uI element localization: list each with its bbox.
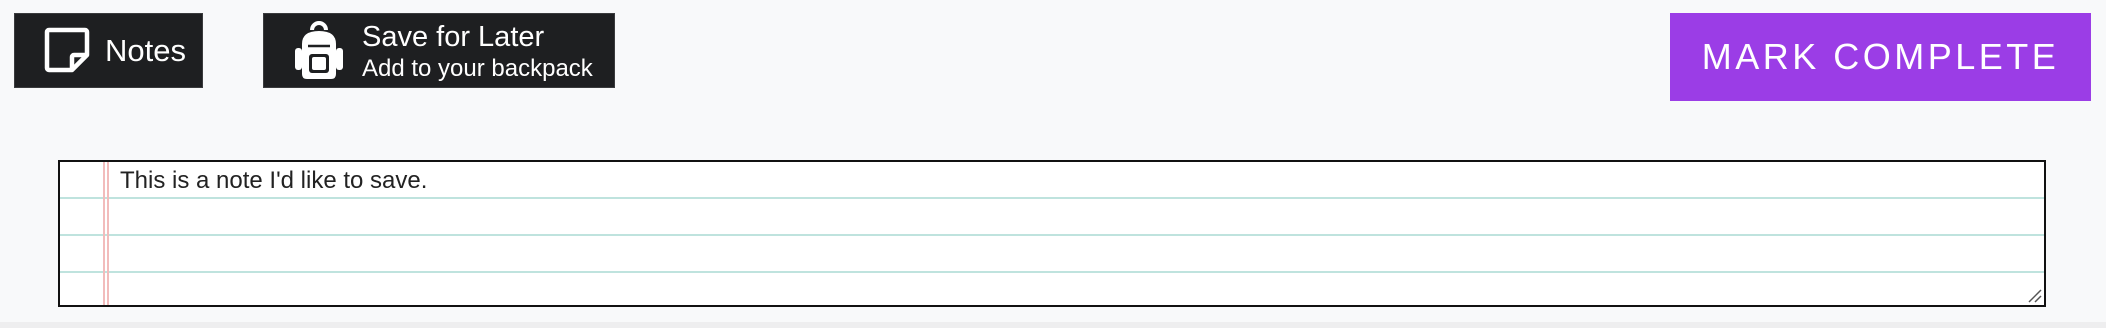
notes-button[interactable]: Notes — [14, 13, 203, 88]
page-bottom-strip — [0, 322, 2106, 328]
save-for-later-subtitle: Add to your backpack — [362, 55, 593, 82]
save-for-later-title: Save for Later — [362, 21, 545, 53]
notes-button-label: Notes — [105, 33, 186, 68]
save-for-later-button[interactable]: Save for Later Add to your backpack — [263, 13, 615, 88]
mark-complete-button[interactable]: MARK COMPLETE — [1670, 13, 2091, 101]
note-text: This is a note I'd like to save. — [120, 167, 428, 194]
resize-handle-icon[interactable] — [2026, 287, 2042, 303]
backpack-icon — [295, 21, 343, 79]
sticky-note-icon — [44, 27, 90, 73]
note-textarea[interactable]: This is a note I'd like to save. — [58, 160, 2046, 307]
